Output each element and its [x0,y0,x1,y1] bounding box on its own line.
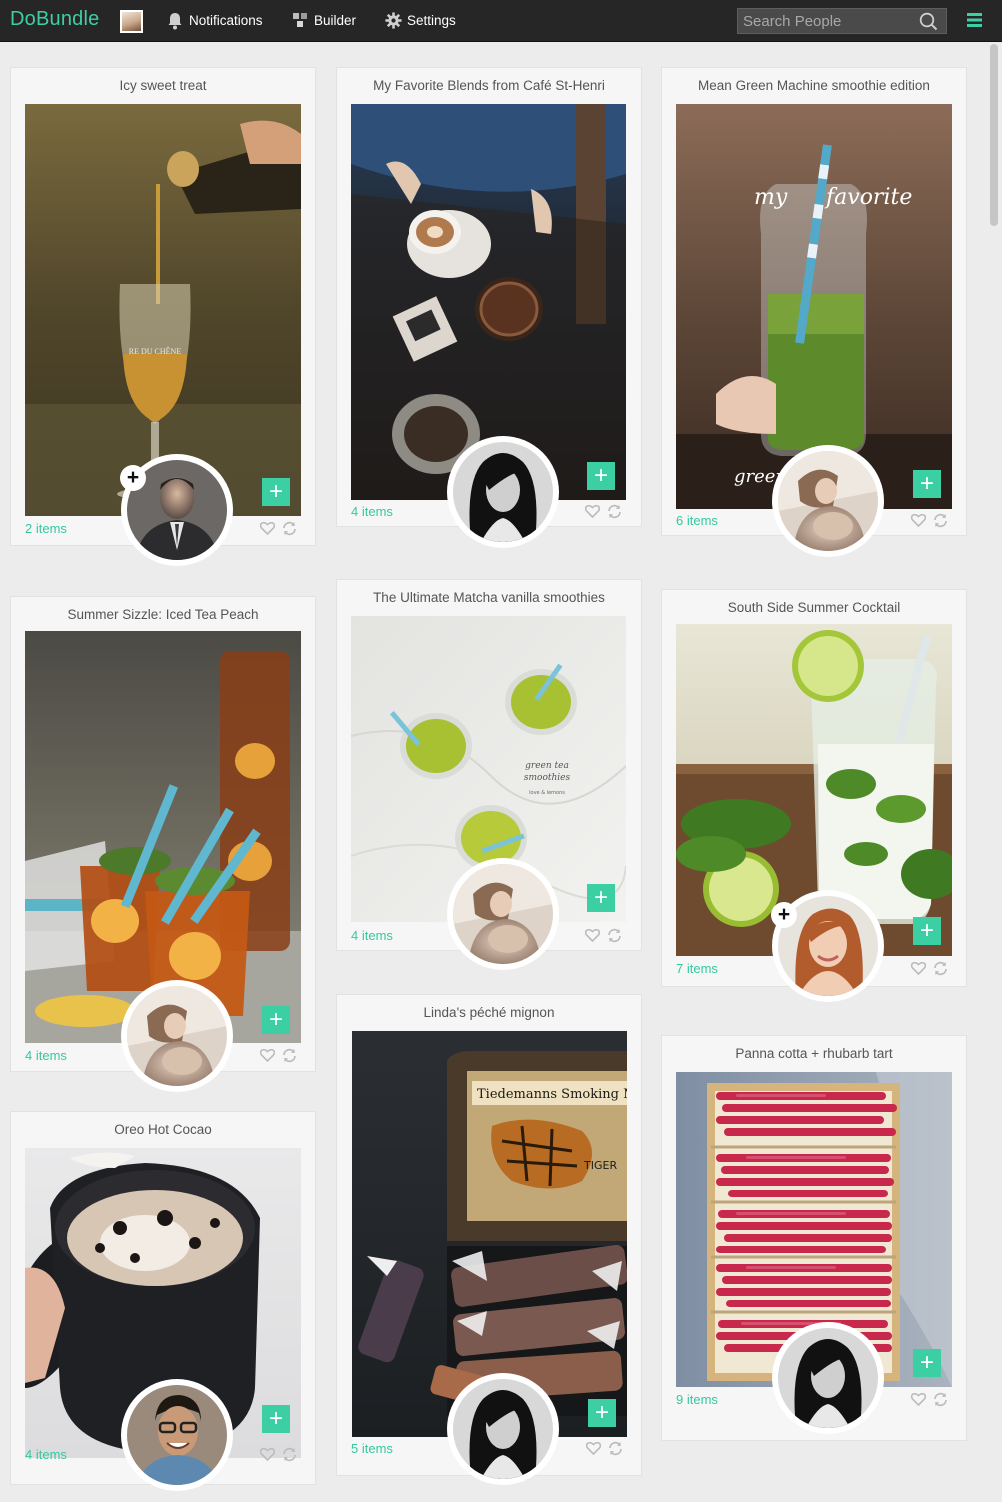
owner-avatar[interactable] [772,1322,884,1434]
bundle-image[interactable]: RE DU CHÊNE [25,104,301,516]
add-button[interactable]: + [587,884,615,912]
owner-avatar[interactable] [447,858,559,970]
item-count[interactable]: 4 items [25,1447,67,1462]
follow-button[interactable]: + [120,465,146,491]
like-heart-icon[interactable] [259,1447,276,1466]
user-avatar[interactable] [120,10,143,33]
nav-notifications-label: Notifications [189,13,263,28]
bundle-card[interactable]: The Ultimate Matcha vanilla smoothies gr… [337,580,641,970]
bundle-title[interactable]: Icy sweet treat [11,78,315,93]
app-logo[interactable]: DoBundle [10,8,99,31]
bundle-card[interactable]: Oreo Hot Cocao 4 items + [11,1112,315,1491]
like-heart-icon[interactable] [910,961,927,980]
bundle-card[interactable]: Linda's péché mignon Tiedemanns Smoking … [337,995,641,1485]
bell-icon [167,12,183,33]
add-button[interactable]: + [262,1006,290,1034]
hamburger-menu-icon[interactable] [967,12,982,33]
bundle-title[interactable]: Oreo Hot Cocao [11,1122,315,1137]
tin-label-text: Tiedemanns Smoking Mi [477,1087,627,1102]
handwritten-note: favorite [824,185,912,210]
owner-avatar[interactable] [447,436,559,548]
bundle-title[interactable]: Summer Sizzle: Iced Tea Peach [11,607,315,622]
bundle-title[interactable]: Panna cotta + rhubarb tart [662,1046,966,1061]
tin-tiger-text: TIGER [583,1159,617,1172]
nav-settings-label: Settings [407,13,456,28]
rebundle-icon[interactable] [607,928,622,948]
like-heart-icon[interactable] [910,513,927,532]
like-heart-icon[interactable] [910,1392,927,1411]
bundle-card[interactable]: Icy sweet treat RE DU CHÊNE 2 items + + [11,68,315,566]
top-navigation-bar: DoBundle Notifications Builder Settings [0,0,1002,42]
rebundle-icon[interactable] [607,504,622,524]
builder-icon [292,12,308,32]
item-count[interactable]: 4 items [351,928,393,943]
search-box [737,8,947,34]
nav-builder-label: Builder [314,13,357,28]
item-count[interactable]: 6 items [676,513,718,528]
item-count[interactable]: 2 items [25,521,67,536]
rebundle-icon[interactable] [933,961,948,981]
item-count[interactable]: 4 items [351,504,393,519]
add-button[interactable]: + [588,1399,616,1427]
bundle-card[interactable]: Mean Green Machine smoothie edition my f… [662,68,966,557]
rebundle-icon[interactable] [933,513,948,533]
owner-avatar[interactable] [121,1379,233,1491]
like-heart-icon[interactable] [584,928,601,947]
rebundle-icon[interactable] [608,1441,623,1461]
item-count[interactable]: 9 items [676,1392,718,1407]
bundle-title[interactable]: My Favorite Blends from Café St-Henri [337,78,641,93]
rebundle-icon[interactable] [282,521,297,541]
like-heart-icon[interactable] [259,521,276,540]
item-count[interactable]: 7 items [676,961,718,976]
glass-etching-text: RE DU CHÊNE [129,346,182,356]
bundle-title[interactable]: Linda's péché mignon [337,1005,641,1020]
owner-avatar[interactable] [772,445,884,557]
search-icon[interactable] [919,12,938,36]
rebundle-icon[interactable] [933,1392,948,1412]
bundle-card[interactable]: My Favorite Blends from Café St-Henri 4 … [337,68,641,548]
add-button[interactable]: + [913,1349,941,1377]
item-count[interactable]: 4 items [25,1048,67,1063]
follow-button[interactable]: + [771,902,797,928]
like-heart-icon[interactable] [584,504,601,523]
owner-avatar[interactable] [447,1373,559,1485]
photo-text: green tea [525,761,569,771]
rebundle-icon[interactable] [282,1048,297,1068]
bundle-card[interactable]: Panna cotta + rhubarb tart 9 items + [662,1036,966,1440]
add-button[interactable]: + [262,478,290,506]
bundle-title[interactable]: South Side Summer Cocktail [662,600,966,615]
add-button[interactable]: + [913,470,941,498]
bundle-card[interactable]: Summer Sizzle: Iced Tea Peach 4 items + [11,597,315,1092]
gear-icon [385,12,402,32]
search-input[interactable] [738,9,916,33]
bundle-card[interactable]: South Side Summer Cocktail 7 items + + [662,590,966,1002]
like-heart-icon[interactable] [259,1048,276,1067]
photo-text: smoothies [524,773,571,783]
bundle-title[interactable]: The Ultimate Matcha vanilla smoothies [337,590,641,605]
item-count[interactable]: 5 items [351,1441,393,1456]
bundle-title[interactable]: Mean Green Machine smoothie edition [662,78,966,93]
like-heart-icon[interactable] [585,1441,602,1460]
add-button[interactable]: + [587,462,615,490]
add-button[interactable]: + [262,1405,290,1433]
owner-avatar[interactable] [121,980,233,1092]
page-scrollbar[interactable] [990,44,998,226]
add-button[interactable]: + [913,917,941,945]
rebundle-icon[interactable] [282,1447,297,1467]
photo-text: love & lemons [529,790,565,796]
handwritten-note: my [754,185,788,210]
